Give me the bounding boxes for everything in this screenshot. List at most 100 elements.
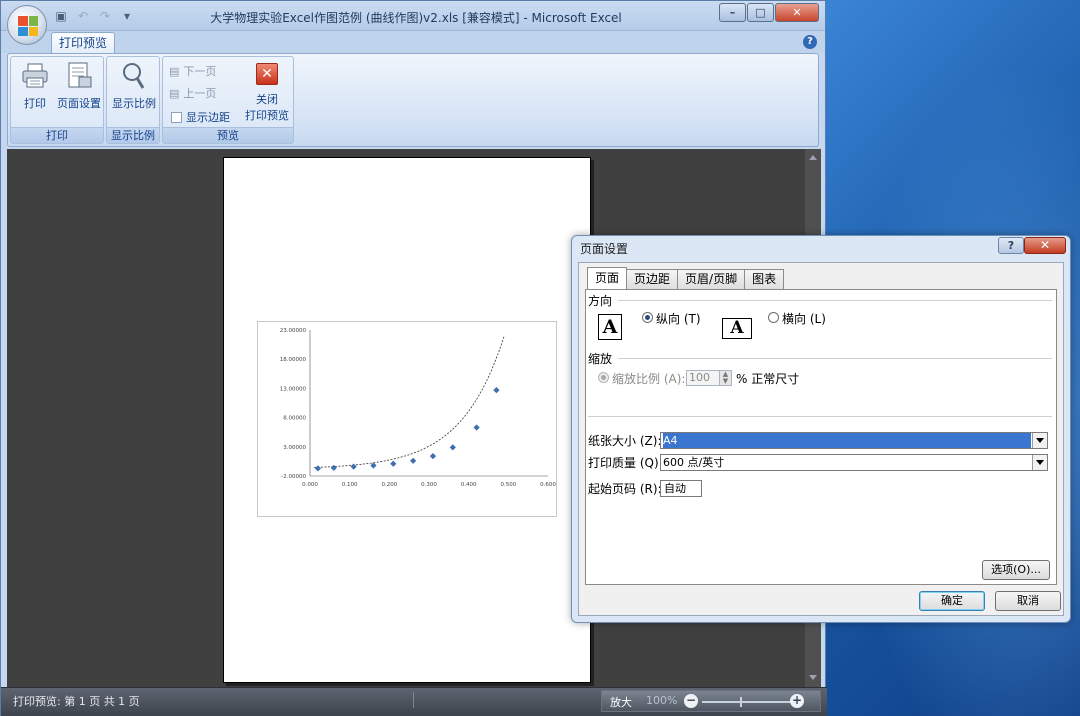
- ribbon-tab-bar: 打印预览 ?: [1, 31, 825, 54]
- ok-button[interactable]: 确定: [919, 591, 985, 611]
- paper-size-shortcut: (Z):: [639, 434, 662, 448]
- window-title: 大学物理实验Excel作图范例 (曲线作图)v2.xls [兼容模式] - Mi…: [210, 11, 622, 25]
- landscape-radio[interactable]: [768, 312, 779, 323]
- zoom-in-label[interactable]: 放大: [610, 694, 632, 710]
- save-icon[interactable]: ▣: [53, 8, 69, 24]
- status-divider: [413, 692, 414, 708]
- scale-shortcut: (A):: [663, 372, 686, 386]
- close-preview-label-2: 打印预览: [245, 109, 289, 122]
- paper-size-select[interactable]: A4: [660, 432, 1048, 449]
- zoom-slider-thumb[interactable]: [740, 697, 742, 707]
- maximize-button[interactable]: □: [747, 3, 774, 22]
- tab-margins[interactable]: 页边距: [626, 269, 679, 289]
- minimize-button[interactable]: –: [719, 3, 746, 22]
- previous-page-button[interactable]: ▤ 上一页: [169, 85, 216, 101]
- landscape-page-icon: A: [722, 318, 752, 339]
- page-setup-label: 页面设置: [57, 97, 101, 110]
- dialog-help-button[interactable]: ?: [998, 237, 1024, 254]
- customize-qat-icon[interactable]: ▾: [119, 8, 135, 24]
- dialog-title: 页面设置: [580, 242, 629, 256]
- x-tick-label: 0.200: [381, 482, 397, 488]
- status-bar: 打印预览: 第 1 页 共 1 页 放大 100% − +: [1, 687, 827, 716]
- tab-header-footer[interactable]: 页眉/页脚: [677, 269, 746, 289]
- page-setup-icon: [63, 61, 95, 91]
- dialog-close-button[interactable]: ✕: [1024, 237, 1066, 254]
- tab-print-preview[interactable]: 打印预览: [51, 32, 115, 54]
- group-label-zoom: 显示比例: [107, 127, 159, 143]
- zoom-button[interactable]: 显示比例: [109, 61, 159, 111]
- data-point: [330, 464, 337, 471]
- print-quality-label: 打印质量 (Q):: [588, 454, 663, 471]
- scale-label: 缩放比例: [612, 372, 661, 386]
- landscape-option[interactable]: 横向 (L): [782, 310, 826, 327]
- scale-spinner-arrows-icon[interactable]: ▲ ▼: [719, 371, 731, 385]
- print-label: 打印: [24, 97, 46, 110]
- scroll-down-icon[interactable]: [809, 675, 817, 680]
- quick-access-toolbar: ▣ ↶ ↷ ▾: [53, 8, 135, 24]
- next-page-button[interactable]: ▤ 下一页: [169, 63, 216, 79]
- close-preview-button[interactable]: ✕ 关闭 打印预览: [243, 61, 291, 123]
- y-tick-label: 18.00000: [280, 357, 307, 363]
- tab-chart[interactable]: 图表: [744, 269, 785, 289]
- next-page-icon: ▤: [169, 64, 180, 78]
- page-setup-button[interactable]: 页面设置: [55, 61, 103, 111]
- trend-line: [313, 335, 505, 468]
- data-point: [314, 465, 322, 472]
- first-page-input[interactable]: 自动: [660, 480, 702, 497]
- options-button[interactable]: 选项(O)...: [982, 560, 1050, 580]
- close-preview-icon: ✕: [256, 63, 278, 85]
- ribbon-group-preview: ▤ 下一页 ▤ 上一页 显示边距 ✕ 关闭 打印预览 预览: [162, 56, 294, 144]
- scale-spinner[interactable]: 100 ▲ ▼: [686, 370, 732, 386]
- scroll-up-icon[interactable]: [809, 155, 817, 160]
- x-tick-label: 0.300: [421, 482, 437, 488]
- next-page-label: 下一页: [183, 65, 217, 78]
- redo-icon[interactable]: ↷: [97, 8, 113, 24]
- x-tick-label: 0.100: [342, 482, 358, 488]
- ribbon: 打印 页面设置 打印 显示比例 显示比例 ▤ 下一页 ▤ 上一页 显示边距 ✕ …: [7, 53, 819, 147]
- first-page-text: 起始页码: [588, 482, 637, 496]
- scaling-label: 缩放: [588, 352, 613, 366]
- chevron-down-icon[interactable]: [1032, 433, 1047, 448]
- scale-suffix: % 正常尺寸: [736, 372, 800, 386]
- paper-size-text: 纸张大小: [588, 434, 637, 448]
- y-tick-label: 8.00000: [283, 416, 306, 422]
- chevron-down-icon[interactable]: [1032, 455, 1047, 470]
- zoom-slider[interactable]: [702, 701, 794, 703]
- data-point: [429, 453, 437, 460]
- print-button[interactable]: 打印: [15, 61, 55, 111]
- data-point: [449, 444, 456, 451]
- page-tab-panel: 方向 A 纵向 (T) A 横向 (L) 缩放 缩放比例 (A): 100 ▲ …: [585, 289, 1057, 585]
- previous-page-label: 上一页: [183, 87, 217, 100]
- close-window-button[interactable]: ✕: [775, 3, 819, 22]
- status-text: 打印预览: 第 1 页 共 1 页: [13, 695, 140, 708]
- portrait-option[interactable]: 纵向 (T): [656, 310, 701, 327]
- x-tick-label: 0.600: [540, 482, 556, 488]
- cancel-button[interactable]: 取消: [995, 591, 1061, 611]
- x-tick-label: 0.500: [500, 482, 516, 488]
- y-tick-label: 23.00000: [280, 328, 307, 334]
- office-button[interactable]: [7, 5, 47, 45]
- x-tick-label: 0.400: [461, 482, 477, 488]
- tab-page[interactable]: 页面: [587, 267, 628, 289]
- zoom-label: 显示比例: [112, 97, 156, 110]
- printer-icon: [19, 61, 51, 91]
- portrait-label: 纵向: [656, 312, 681, 326]
- data-point: [350, 463, 357, 470]
- orientation-divider: [618, 300, 1052, 301]
- zoom-control: 放大 100% − +: [601, 690, 821, 712]
- zoom-out-icon[interactable]: −: [684, 694, 698, 708]
- data-point: [473, 424, 480, 431]
- portrait-shortcut: (T): [683, 312, 701, 326]
- print-quality-select[interactable]: 600 点/英寸: [660, 454, 1048, 471]
- show-margins-checkbox[interactable]: 显示边距: [171, 109, 230, 125]
- portrait-radio[interactable]: [642, 312, 653, 323]
- previous-page-icon: ▤: [169, 86, 180, 100]
- scale-option[interactable]: 缩放比例 (A):: [612, 370, 685, 387]
- group-label-print: 打印: [11, 127, 103, 143]
- scale-radio[interactable]: [598, 372, 609, 383]
- help-icon[interactable]: ?: [803, 35, 817, 49]
- first-page-shortcut: (R):: [639, 482, 662, 496]
- undo-icon[interactable]: ↶: [75, 8, 91, 24]
- zoom-in-icon[interactable]: +: [790, 694, 804, 708]
- chart: 23.00000 18.00000 13.00000 8.00000 3.00000 -2…: [257, 321, 557, 517]
